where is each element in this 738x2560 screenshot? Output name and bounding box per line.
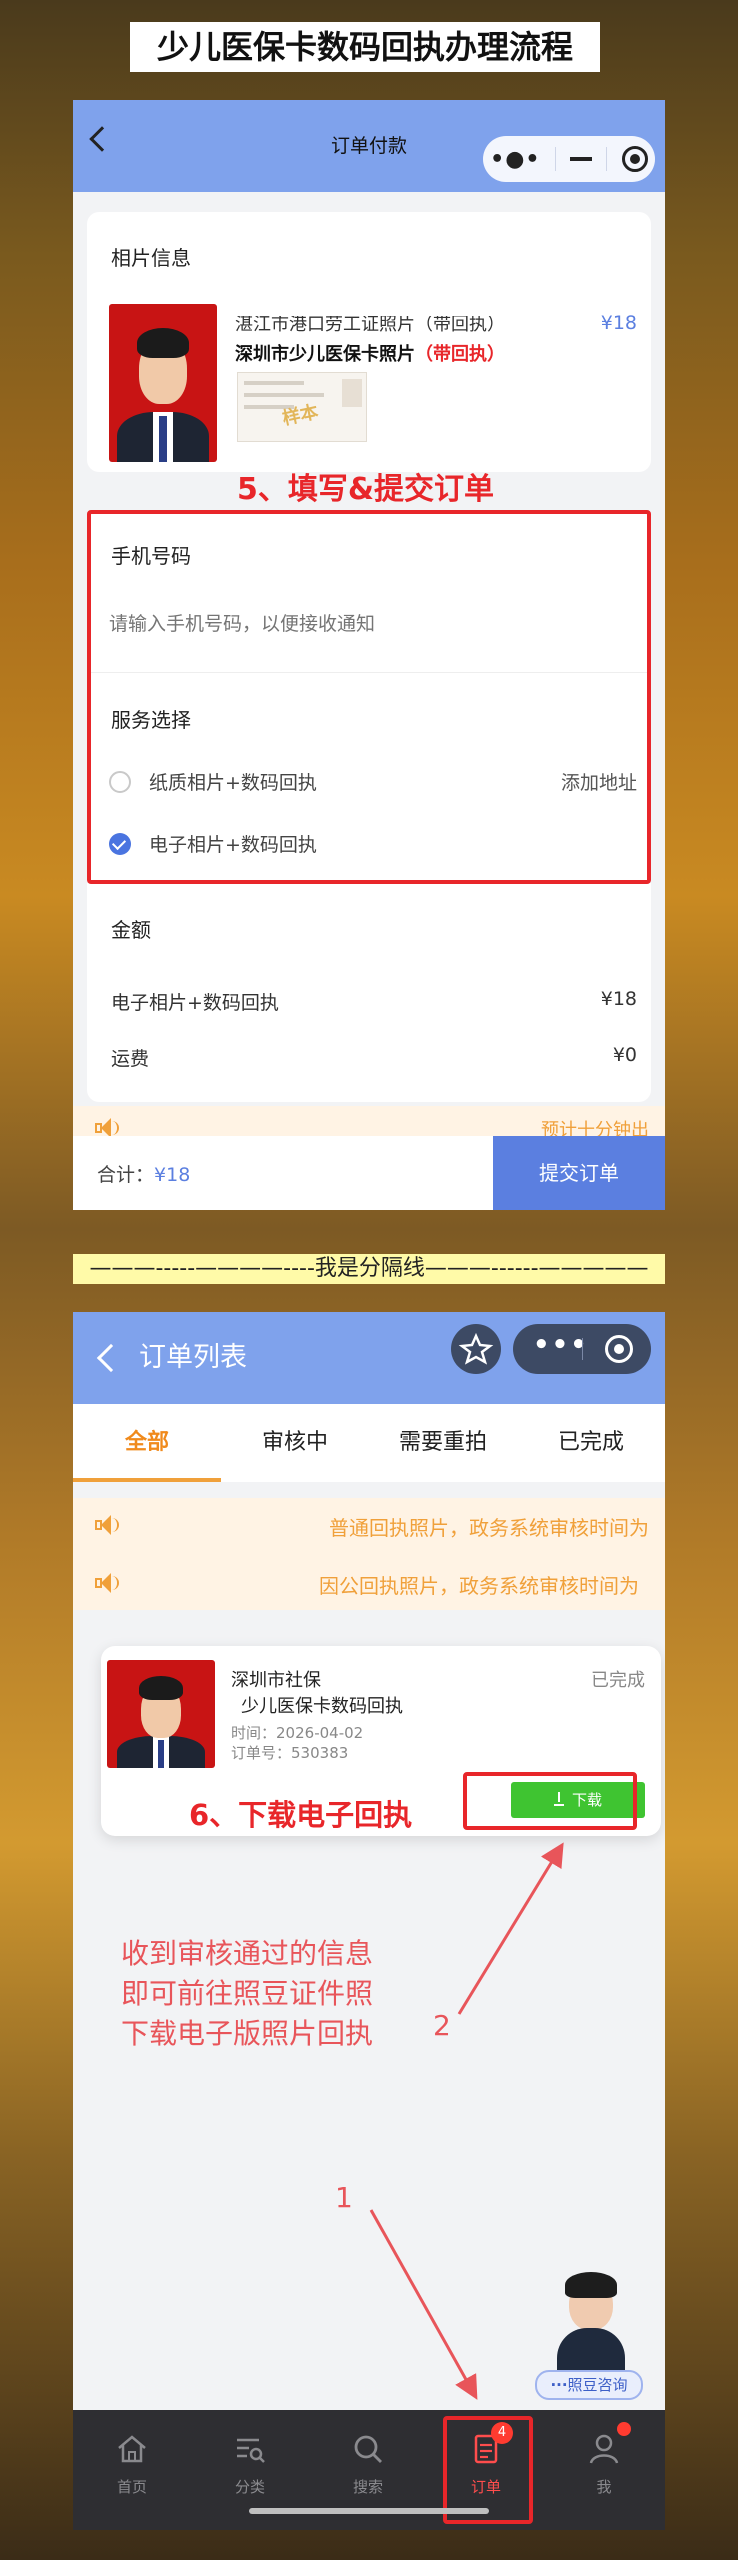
total-label: 合计： — [97, 1164, 155, 1186]
sample-receipt-thumbnail: 样本 — [237, 372, 367, 442]
sample-stamp: 样本 — [280, 401, 321, 430]
more-icon[interactable]: •●• — [490, 147, 540, 172]
consult-widget[interactable]: ···照豆咨询 — [535, 2272, 651, 2402]
home-indicator — [249, 2508, 489, 2514]
order-list-screen: 订单列表 ••• 全部 审核中 需要重拍 已完成 普通回执照片，政务系统审核时间… — [73, 1312, 665, 2530]
amount-row-value: ¥18 — [600, 988, 637, 1010]
close-miniapp-icon[interactable] — [621, 146, 648, 172]
tabbar-label: 分类 — [234, 2478, 265, 2496]
checkout-bar: 合计：¥18 提交订单 — [73, 1136, 665, 1210]
notification-dot — [617, 2422, 631, 2436]
miniapp-capsule: •●• — [483, 136, 655, 182]
section-divider: ———-----————----我是分隔线———------————— — [73, 1254, 665, 1284]
capsule-divider — [554, 147, 556, 171]
submit-order-button[interactable]: 提交订单 — [493, 1136, 665, 1210]
photo-info-card: 相片信息 湛江市港口劳工证照片（带回执） 深圳市少儿医保卡照片（带回执） ¥18… — [87, 212, 651, 472]
guide-title: 少儿医保卡数码回执办理流程 — [130, 22, 600, 72]
nav-bar: 订单付款 •●• — [73, 100, 665, 192]
tabbar-item-me[interactable]: 我 — [545, 2410, 663, 2530]
item-tag: （带回执） — [415, 344, 505, 365]
id-photo-thumbnail — [109, 304, 217, 462]
item-name: 深圳市少儿医保卡照片（带回执） — [235, 340, 505, 366]
tabbar-label: 我 — [596, 2478, 612, 2496]
arrow-to-orders-tab — [369, 2209, 478, 2400]
category-search-icon — [237, 2438, 265, 2463]
faded-item-text: 湛江市港口劳工证照片（带回执） — [235, 316, 505, 335]
highlight-box-form — [87, 510, 651, 884]
consult-badge[interactable]: ···照豆咨询 — [535, 2370, 643, 2400]
amount-title: 金额 — [111, 918, 151, 942]
faded-item-name: 湛江市港口劳工证照片（带回执） — [235, 316, 575, 338]
amount-row-label: 电子相片+数码回执 — [111, 992, 279, 1014]
home-icon — [118, 2435, 146, 2463]
tabbar-item-home[interactable]: 首页 — [73, 2410, 191, 2530]
amount-card: 电子相片+数码回执 ¥18 运费 ¥0 — [87, 982, 651, 1102]
consult-label: 照豆咨询 — [567, 2376, 628, 2394]
item-name-text: 深圳市少儿医保卡照片 — [235, 344, 415, 365]
arrow-to-download — [457, 1842, 564, 2015]
total-value: ¥18 — [154, 1164, 191, 1186]
photo-info-title: 相片信息 — [111, 246, 191, 270]
person-icon — [589, 2434, 619, 2464]
total-amount: 合计：¥18 — [97, 1160, 190, 1187]
search-icon — [354, 2435, 382, 2463]
minimize-icon[interactable] — [570, 157, 593, 161]
capsule-divider — [606, 147, 608, 171]
amount-row-label: 运费 — [111, 1048, 150, 1070]
tabbar-label: 搜索 — [352, 2478, 383, 2496]
order-payment-screen: 订单付款 •●• 相片信息 湛江市港口劳工证照片（带回执） 深圳市少儿医保卡照片… — [73, 100, 665, 1210]
amount-row-value: ¥0 — [612, 1044, 637, 1066]
tabbar-label: 首页 — [116, 2478, 147, 2496]
chat-icon: ··· — [550, 2376, 568, 2394]
step-5-label: 5、填写&提交订单 — [237, 472, 495, 507]
item-price: ¥18 — [600, 312, 637, 334]
